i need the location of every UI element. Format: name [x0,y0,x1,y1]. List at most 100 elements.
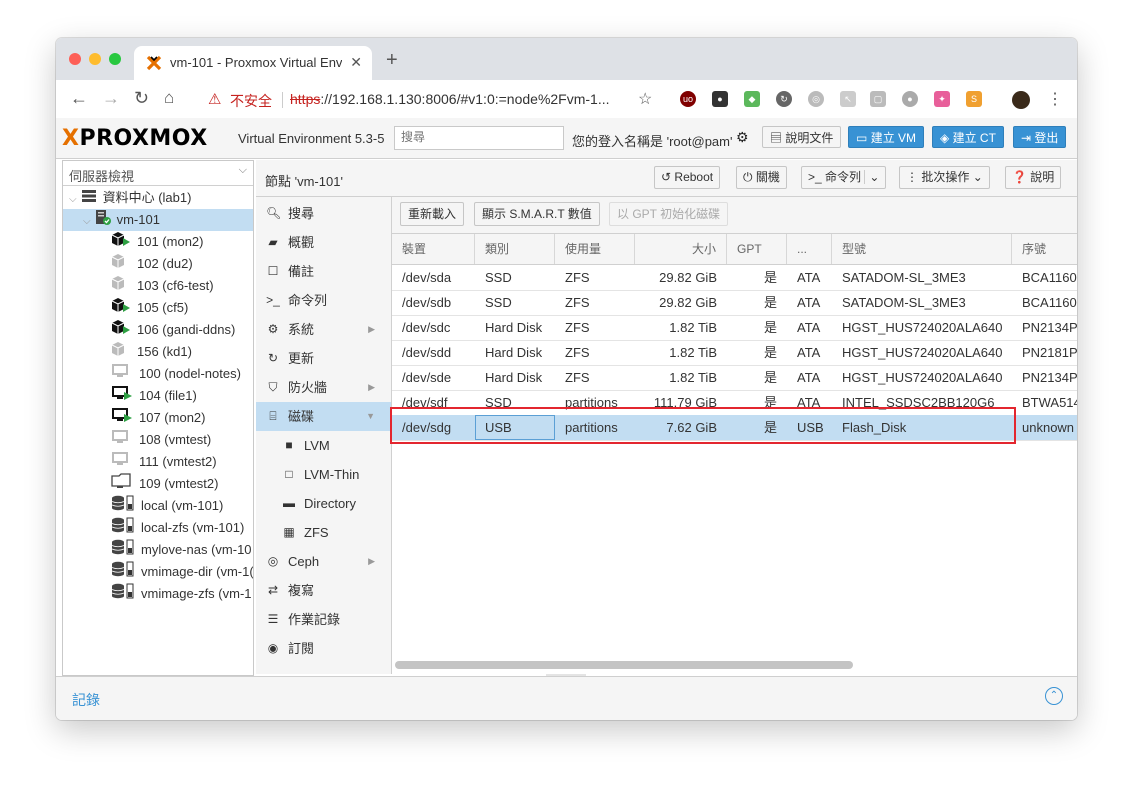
tree-node[interactable]: 156 (kd1) [63,341,253,363]
tree-node[interactable]: 107 (mon2) [63,407,253,429]
menu-item[interactable]: ⌸ 磁碟 ▼ [256,402,391,431]
logout-button[interactable]: ⇥ 登出 [1013,126,1067,148]
browser-menu-icon[interactable]: ⋮ [1047,89,1063,109]
menu-item[interactable]: ◎ Ceph ▶ [256,547,391,576]
profile-avatar[interactable] [1012,91,1030,109]
menu-item[interactable]: ■ LVM [256,431,391,460]
create-ct-label: 建立 CT [952,131,996,145]
extension-icon[interactable]: ● [902,91,918,107]
reload-button[interactable]: 重新載入 [400,202,465,226]
expander-icon[interactable]: ⌵ [83,216,91,227]
close-window-button[interactable] [69,53,81,65]
chevron-right-icon: ▶ [368,556,375,566]
menu-item[interactable]: >_ 命令列 [256,286,391,315]
shutdown-button[interactable]: ⏻ 關機 [736,166,787,189]
table-row[interactable]: /dev/sde Hard Disk ZFS 1.82 TiB 是 ATA HGST_HUS… [392,365,1077,391]
ublock-extension-icon[interactable]: uo [680,91,696,107]
minimize-window-button[interactable] [89,53,101,65]
shell-button[interactable]: >_ 命令列 ⌄ [801,166,887,189]
extension-icon[interactable]: ◎ [808,91,824,107]
gear-icon[interactable]: ⚙ [736,129,749,146]
extension-icon[interactable]: ◆ [744,91,760,107]
tree-node[interactable]: 108 (vmtest) [63,429,253,451]
reload-icon[interactable]: ↻ [134,88,149,108]
extension-icon[interactable]: ▢ [870,91,886,107]
url-protocol: https [290,91,321,107]
table-cell: 1.82 TiB [669,320,717,335]
forward-icon[interactable]: → [102,88,120,108]
maximize-window-button[interactable] [109,53,121,65]
browser-tab[interactable]: vm-101 - Proxmox Virtual Envir ✕ [134,46,372,80]
extension-icon[interactable]: ↖ [840,91,856,107]
signout-icon: ⇥ [1021,131,1032,145]
menu-item[interactable]: 🔍︎ 搜尋 [256,199,391,228]
tree-node[interactable]: local-zfs (vm-101) [63,517,253,539]
new-tab-icon[interactable]: + [386,50,398,70]
table-row[interactable]: /dev/sda SSD ZFS 29.82 GiB 是 ATA SATADOM-SL_3M… [392,265,1077,291]
view-selector[interactable]: 伺服器檢視 ⌵ [63,161,253,186]
chevron-up-circle-icon[interactable]: ⌃ [1045,687,1063,705]
tree-node[interactable]: 100 (nodel-notes) [63,363,253,385]
column-header[interactable]: 裝置 [392,234,475,264]
column-header[interactable]: 大小 [635,234,727,264]
table-row[interactable]: /dev/sdc Hard Disk ZFS 1.82 TiB 是 ATA HGST_HUS… [392,315,1077,341]
menu-item[interactable]: ▬ Directory [256,489,391,518]
tree-node[interactable]: 111 (vmtest2) [63,451,253,473]
home-icon[interactable]: ⌂ [164,88,174,108]
menu-item[interactable]: ▰ 概觀 [256,228,391,257]
tree-node[interactable]: 106 (gandi-ddns) [63,319,253,341]
tree-node[interactable]: 105 (cf5) [63,297,253,319]
omnibox[interactable]: ⚠ 不安全 https://192.168.1.130:8006/#v1:0:=… [194,86,662,112]
column-header[interactable]: 型號 [832,234,1012,264]
table-cell: SSD [485,295,512,310]
bulk-actions-button[interactable]: ⋮ 批次操作 ⌄ [899,166,990,189]
tree-node[interactable]: mylove-nas (vm-10 [63,539,253,561]
create-vm-button[interactable]: ▭ 建立 VM [848,126,925,148]
menu-item[interactable]: ⇄ 複寫 [256,576,391,605]
menu-item[interactable]: □ LVM-Thin [256,460,391,489]
extension-icon[interactable]: ● [712,91,728,107]
back-icon[interactable]: ← [70,88,88,108]
tree-node[interactable]: vmimage-zfs (vm-1 [63,583,253,605]
horizontal-scrollbar[interactable] [395,661,853,669]
menu-item[interactable]: ◉ 訂閱 [256,634,391,663]
create-ct-button[interactable]: ◈ 建立 CT [932,126,1004,148]
tab-close-icon[interactable]: ✕ [350,54,362,71]
tree-node[interactable]: 101 (mon2) [63,231,253,253]
node-icon [95,209,111,231]
smart-extension-icon[interactable]: S [966,91,982,107]
tree-node[interactable]: ⌵ vm-101 [63,209,253,231]
menu-item[interactable]: ⛉ 防火牆 ▶ [256,373,391,402]
tree-node[interactable]: 103 (cf6-test) [63,275,253,297]
menu-item[interactable]: ▦ ZFS [256,518,391,547]
tree-node[interactable]: local (vm-101) [63,495,253,517]
column-header[interactable]: GPT [727,234,787,264]
tree-node[interactable]: ⌵ 資料中心 (lab1) [63,187,253,209]
tree-node[interactable]: vmimage-dir (vm-1( [63,561,253,583]
url-text[interactable]: https://192.168.1.130:8006/#v1:0:=node%2… [290,91,610,107]
tree-node[interactable]: 104 (file1) [63,385,253,407]
search-input[interactable] [395,127,567,147]
column-header[interactable]: ... [787,234,832,264]
menu-item[interactable]: ↻ 更新 [256,344,391,373]
column-header[interactable]: 使用量 [555,234,635,264]
expander-icon[interactable]: ⌵ [69,194,77,205]
bookmark-star-icon[interactable]: ☆ [638,89,652,109]
table-row[interactable]: /dev/sdd Hard Disk ZFS 1.82 TiB 是 ATA HGST_HUS… [392,340,1077,366]
menu-item[interactable]: ☐ 備註 [256,257,391,286]
menu-item[interactable]: ⚙ 系統 ▶ [256,315,391,344]
table-row[interactable]: /dev/sdb SSD ZFS 29.82 GiB 是 ATA SATADOM-SL_3M… [392,290,1077,316]
column-header[interactable]: 類別 [475,234,555,264]
log-label[interactable]: 記錄 [72,690,100,710]
tree-node[interactable]: 102 (du2) [63,253,253,275]
search-field[interactable] [394,126,567,150]
help-button[interactable]: ❓ 說明 [1005,166,1062,189]
extension-icon[interactable]: ↻ [776,91,792,107]
show-smart-button[interactable]: 顯示 S.M.A.R.T 數值 [474,202,600,226]
tree-node[interactable]: 109 (vmtest2) [63,473,253,495]
extension-icon[interactable]: ✦ [934,91,950,107]
column-header[interactable]: 序號 [1012,234,1077,264]
docs-button[interactable]: ▤ 說明文件 [762,126,842,148]
menu-item[interactable]: ☰ 作業記錄 [256,605,391,634]
reboot-button[interactable]: ↺ Reboot [654,166,721,189]
